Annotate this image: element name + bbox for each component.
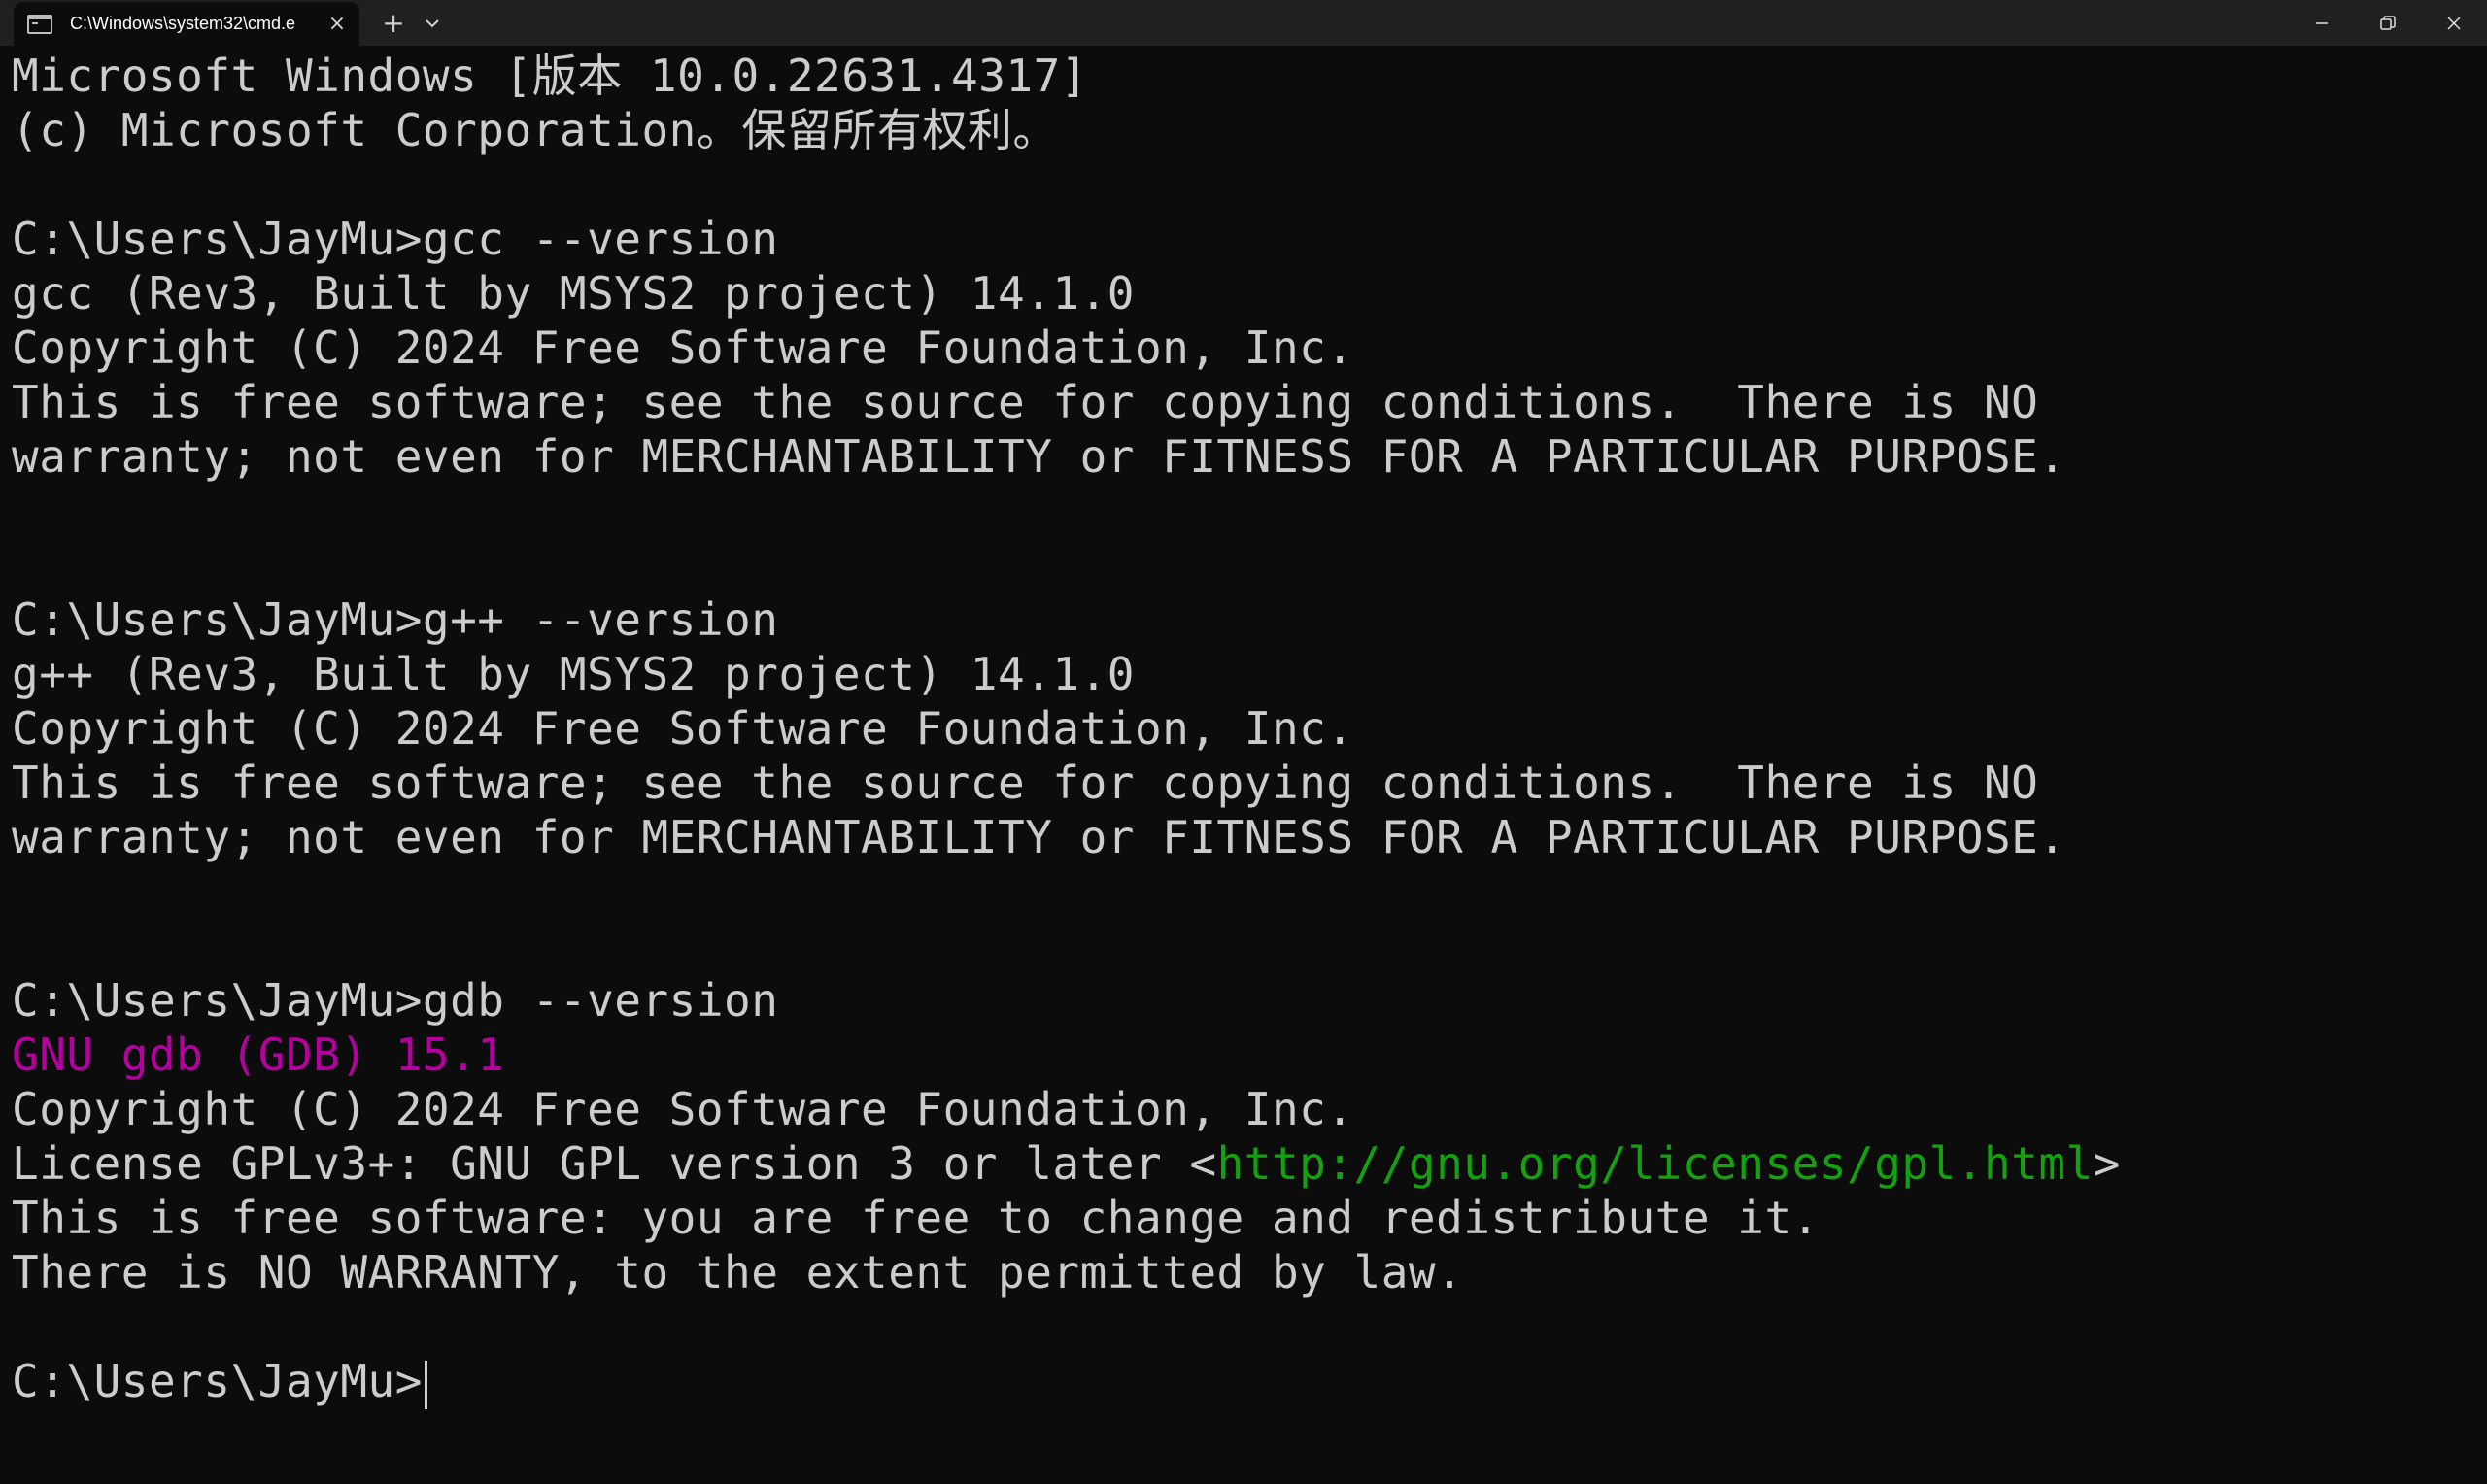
license-link[interactable]: http://gnu.org/licenses/gpl.html [1217, 1137, 2094, 1190]
output-line: warranty; not even for MERCHANTABILITY o… [12, 430, 2066, 483]
output-line: Copyright (C) 2024 Free Software Foundat… [12, 321, 1354, 374]
cmd-icon [27, 14, 52, 34]
output-line: Copyright (C) 2024 Free Software Foundat… [12, 1083, 1354, 1135]
prompt-line: C:\Users\JayMu>gdb --version [12, 974, 779, 1027]
output-line: There is NO WARRANTY, to the extent perm… [12, 1246, 1464, 1298]
gdb-version-line: GNU gdb (GDB) 15.1 [12, 1029, 505, 1081]
output-line: This is free software; see the source fo… [12, 376, 2039, 428]
text-cursor [424, 1360, 427, 1409]
output-line: warranty; not even for MERCHANTABILITY o… [12, 811, 2066, 863]
title-bar: C:\Windows\system32\cmd.e × + [0, 0, 2487, 46]
prompt-line: C:\Users\JayMu>g++ --version [12, 593, 779, 646]
window-controls [2289, 0, 2487, 46]
close-icon[interactable]: × [324, 12, 350, 37]
chevron-down-icon[interactable] [418, 0, 447, 46]
restore-icon[interactable] [2355, 0, 2421, 46]
license-prefix: License GPLv3+: GNU GPL version 3 or lat… [12, 1137, 1217, 1190]
plus-icon[interactable]: + [379, 0, 408, 46]
tab-title: C:\Windows\system32\cmd.e [70, 14, 296, 33]
license-suffix: > [2093, 1137, 2121, 1190]
output-line: Copyright (C) 2024 Free Software Foundat… [12, 702, 1354, 755]
os-version-line: Microsoft Windows [版本 10.0.22631.4317] [12, 50, 1088, 102]
minimize-icon[interactable] [2289, 0, 2355, 46]
final-prompt: C:\Users\JayMu> [12, 1355, 423, 1407]
output-line: This is free software; see the source fo… [12, 757, 2039, 809]
output-line: g++ (Rev3, Built by MSYS2 project) 14.1.… [12, 648, 1135, 700]
license-line: License GPLv3+: GNU GPL version 3 or lat… [12, 1136, 2479, 1191]
input-line[interactable]: C:\Users\JayMu> [12, 1354, 2479, 1409]
close-window-icon[interactable] [2421, 0, 2487, 46]
terminal-output[interactable]: Microsoft Windows [版本 10.0.22631.4317] (… [12, 49, 2479, 1476]
copyright-line: (c) Microsoft Corporation。保留所有权利。 [12, 104, 1058, 156]
output-line: gcc (Rev3, Built by MSYS2 project) 14.1.… [12, 267, 1135, 320]
prompt-line: C:\Users\JayMu>gcc --version [12, 213, 779, 265]
output-line: This is free software: you are free to c… [12, 1192, 1820, 1244]
tab-cmd[interactable]: C:\Windows\system32\cmd.e × [14, 2, 359, 46]
